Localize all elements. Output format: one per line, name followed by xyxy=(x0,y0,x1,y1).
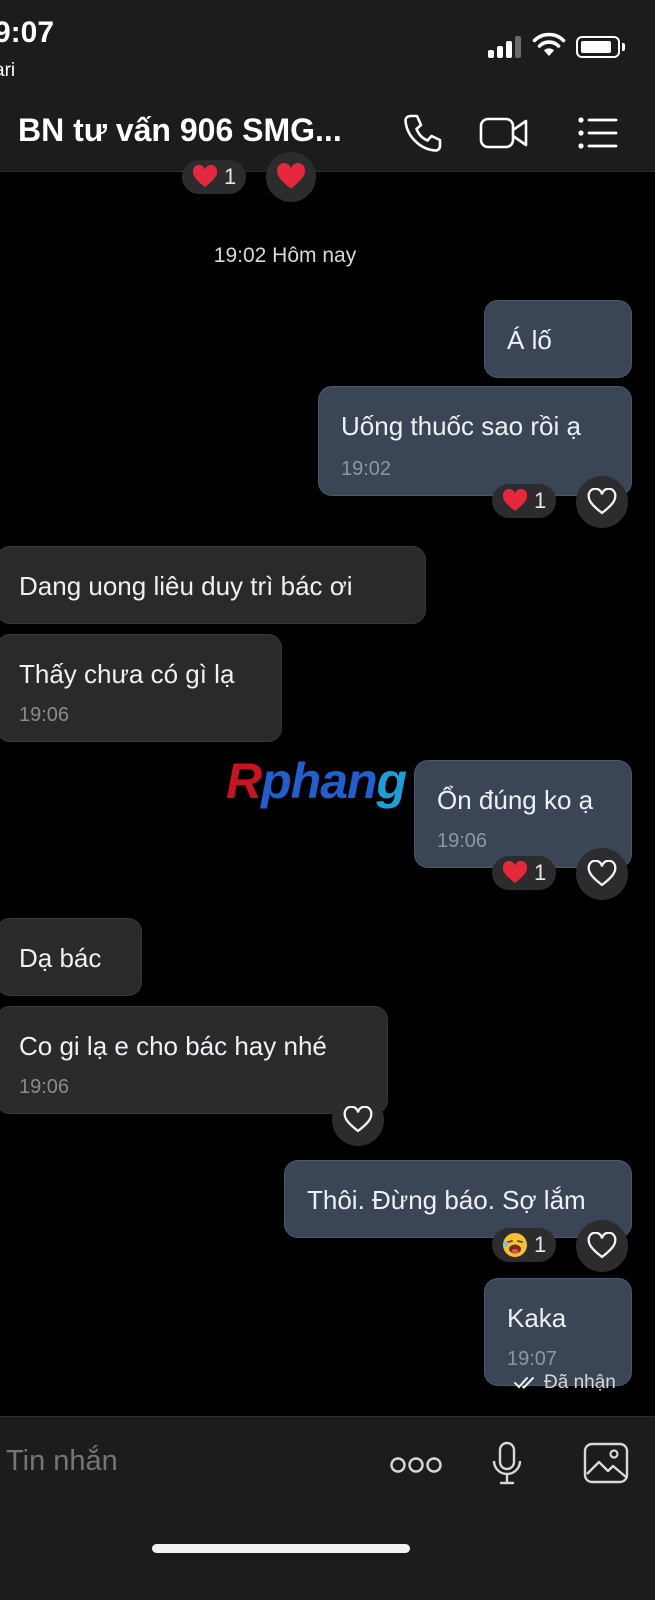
message-text: Dang uong liêu duy trì bác ơi xyxy=(19,571,353,601)
like-button[interactable] xyxy=(576,1220,628,1272)
message-text: Kaka xyxy=(507,1303,567,1333)
message-text: Uống thuốc sao rồi ạ xyxy=(341,411,581,441)
status-bar: 9:07 ari xyxy=(0,0,655,98)
message-text: Thôi. Đừng báo. Sợ lắm xyxy=(307,1185,586,1215)
heart-reaction-icon xyxy=(192,165,218,187)
watermark-logo: Rphang xyxy=(226,753,407,809)
list-menu-icon[interactable] xyxy=(576,110,620,156)
message-reaction[interactable]: 1 xyxy=(492,856,557,890)
heart-filled-icon xyxy=(277,163,305,189)
video-camera-icon[interactable] xyxy=(478,110,530,156)
microphone-icon[interactable] xyxy=(490,1441,524,1487)
message-text: Ổn đúng ko ạ xyxy=(437,785,594,815)
chat-title[interactable]: BN tư vấn 906 SMG... xyxy=(18,112,342,149)
date-separator: 19:02 Hôm nay xyxy=(213,244,357,267)
battery-icon xyxy=(576,36,620,58)
message-reaction[interactable]: 1 xyxy=(492,1228,557,1262)
message-bubble-outgoing[interactable]: Uống thuốc sao rồi ạ 19:02 xyxy=(318,386,632,496)
like-button[interactable] xyxy=(332,1094,384,1146)
reaction-count: 1 xyxy=(534,488,547,513)
wifi-icon xyxy=(532,32,566,56)
message-reaction[interactable]: 1 xyxy=(492,484,557,518)
message-bubble-outgoing[interactable]: Á lố xyxy=(484,300,632,378)
more-options-icon[interactable] xyxy=(390,1455,442,1475)
message-reaction[interactable]: 1 xyxy=(182,160,247,194)
message-bubble-outgoing[interactable]: Thôi. Đừng báo. Sợ lắm xyxy=(284,1160,632,1238)
like-button[interactable] xyxy=(266,152,316,202)
message-text: Co gi lạ e cho bác hay nhé xyxy=(19,1031,327,1061)
heart-reaction-icon xyxy=(502,861,528,883)
message-composer xyxy=(0,1416,655,1600)
double-check-icon xyxy=(514,1377,534,1389)
photo-gallery-icon[interactable] xyxy=(582,1441,630,1485)
reaction-count: 1 xyxy=(534,1232,547,1257)
heart-outline-icon xyxy=(587,1232,617,1259)
reaction-count: 1 xyxy=(224,164,237,189)
delivery-status: Đã nhận xyxy=(514,1372,616,1394)
signal-icon xyxy=(488,36,524,58)
message-input[interactable] xyxy=(6,1445,346,1478)
message-time: 19:06 xyxy=(19,1076,70,1098)
heart-reaction-icon xyxy=(502,489,528,511)
message-time: 19:06 xyxy=(437,830,488,852)
battery-tip xyxy=(622,43,625,51)
home-indicator[interactable] xyxy=(152,1544,410,1553)
message-text: Thấy chưa có gì lạ xyxy=(19,659,235,689)
message-text: Á lố xyxy=(507,325,552,355)
message-bubble-incoming[interactable]: Dang uong liêu duy trì bác ơi xyxy=(0,546,426,624)
message-time: 19:07 xyxy=(507,1348,558,1370)
like-button[interactable] xyxy=(576,848,628,900)
heart-outline-icon xyxy=(343,1106,373,1133)
chat-header: BN tư vấn 906 SMG... xyxy=(0,98,655,172)
message-bubble-incoming[interactable]: Co gi lạ e cho bác hay nhé 19:06 xyxy=(0,1006,388,1114)
message-bubble-incoming[interactable]: Dạ bác xyxy=(0,918,142,996)
delivery-status-text: Đã nhận xyxy=(544,1372,616,1393)
like-button[interactable] xyxy=(576,476,628,528)
back-to-app-label[interactable]: ari xyxy=(0,60,15,82)
message-text: Dạ bác xyxy=(19,943,102,973)
phone-icon[interactable] xyxy=(400,110,446,156)
heart-outline-icon xyxy=(587,488,617,515)
message-time: 19:06 xyxy=(19,704,70,726)
laughing-emoji-icon xyxy=(503,1233,527,1257)
message-bubble-incoming[interactable]: Thấy chưa có gì lạ 19:06 xyxy=(0,634,282,742)
reaction-count: 1 xyxy=(534,860,547,885)
heart-outline-icon xyxy=(587,860,617,887)
status-time: 9:07 xyxy=(0,16,55,49)
message-bubble-outgoing[interactable]: Kaka 19:07 xyxy=(484,1278,632,1386)
message-time: 19:02 xyxy=(341,458,392,480)
